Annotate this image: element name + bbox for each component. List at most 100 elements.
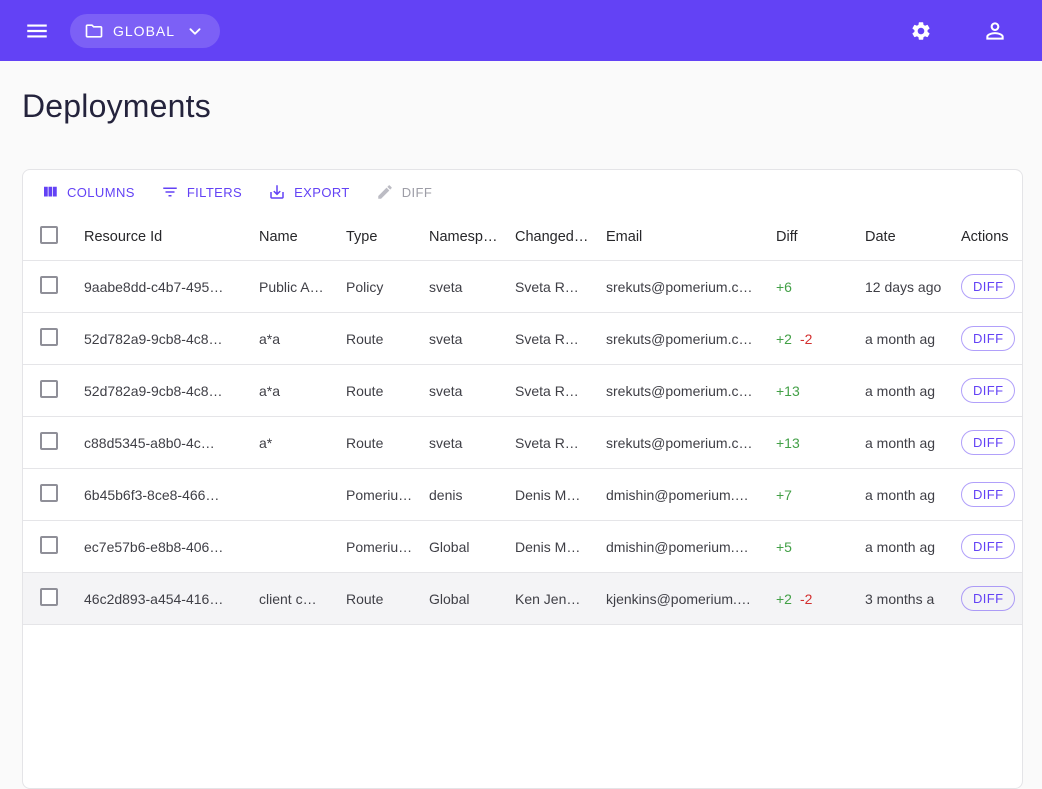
table-row[interactable]: ec7e57b6-e8b8-406… Pomeriu… Global Denis… [23, 521, 1022, 573]
header-namespace[interactable]: Namesp… [429, 229, 515, 245]
cell-actions: DIFF [961, 482, 1022, 507]
cell-name: Public A… [259, 279, 346, 295]
row-checkbox[interactable] [40, 432, 58, 450]
cell-date: 12 days ago [865, 279, 961, 295]
cell-diff: +2 -2 [776, 591, 865, 607]
cell-email: srekuts@pomerium.c… [606, 435, 776, 451]
chevron-down-icon [184, 20, 206, 42]
header-diff[interactable]: Diff [776, 229, 865, 245]
columns-icon [41, 183, 59, 201]
row-diff-button[interactable]: DIFF [961, 274, 1015, 299]
diff-removed: -2 [800, 331, 812, 347]
table-row[interactable]: 52d782a9-9cb8-4c8… a*a Route sveta Sveta… [23, 313, 1022, 365]
cell-email: srekuts@pomerium.c… [606, 383, 776, 399]
cell-changed-by: Sveta R… [515, 383, 606, 399]
export-label: EXPORT [294, 185, 350, 200]
row-checkbox[interactable] [40, 380, 58, 398]
row-checkbox-cell [23, 328, 84, 349]
row-checkbox[interactable] [40, 484, 58, 502]
cell-name: client c… [259, 591, 346, 607]
header-date[interactable]: Date [865, 229, 961, 245]
filters-label: FILTERS [187, 185, 242, 200]
cell-type: Pomeriu… [346, 539, 429, 555]
cell-type: Pomeriu… [346, 487, 429, 503]
cell-changed-by: Sveta R… [515, 279, 606, 295]
namespace-selector[interactable]: GLOBAL [70, 14, 220, 48]
cell-diff: +6 [776, 279, 865, 295]
cell-namespace: Global [429, 539, 515, 555]
account-button[interactable] [976, 12, 1014, 50]
header-type[interactable]: Type [346, 229, 429, 245]
appbar-actions [904, 12, 1024, 50]
row-checkbox-cell [23, 276, 84, 297]
row-diff-button[interactable]: DIFF [961, 534, 1015, 559]
row-diff-button[interactable]: DIFF [961, 586, 1015, 611]
header-email[interactable]: Email [606, 229, 776, 245]
cell-actions: DIFF [961, 326, 1022, 351]
deployments-card: COLUMNS FILTERS EXPORT DIFF Resource Id … [22, 169, 1023, 789]
select-all-cell [23, 226, 84, 248]
app-bar: GLOBAL [0, 0, 1042, 61]
cell-email: dmishin@pomerium.… [606, 487, 776, 503]
cell-actions: DIFF [961, 586, 1022, 611]
header-actions: Actions [961, 229, 1022, 245]
cell-resource-id: 9aabe8dd-c4b7-495… [84, 279, 259, 295]
row-diff-button[interactable]: DIFF [961, 326, 1015, 351]
table-header-row: Resource Id Name Type Namesp… Changed… E… [23, 214, 1022, 261]
pencil-icon [376, 183, 394, 201]
table-row[interactable]: 46c2d893-a454-416… client c… Route Globa… [23, 573, 1022, 625]
header-resource-id[interactable]: Resource Id [84, 229, 259, 245]
diff-removed: -2 [800, 591, 812, 607]
columns-button[interactable]: COLUMNS [31, 177, 145, 207]
cell-namespace: sveta [429, 279, 515, 295]
cell-resource-id: 6b45b6f3-8ce8-466… [84, 487, 259, 503]
cell-date: 3 months a [865, 591, 961, 607]
table-row[interactable]: c88d5345-a8b0-4c… a* Route sveta Sveta R… [23, 417, 1022, 469]
cell-diff: +13 [776, 383, 865, 399]
cell-resource-id: c88d5345-a8b0-4c… [84, 435, 259, 451]
diff-added: +7 [776, 487, 792, 503]
table-row[interactable]: 52d782a9-9cb8-4c8… a*a Route sveta Sveta… [23, 365, 1022, 417]
cell-changed-by: Denis M… [515, 487, 606, 503]
cell-date: a month ag [865, 383, 961, 399]
header-changed-by[interactable]: Changed… [515, 229, 606, 245]
cell-name: a*a [259, 331, 346, 347]
diff-added: +2 [776, 331, 792, 347]
table-row[interactable]: 6b45b6f3-8ce8-466… Pomeriu… denis Denis … [23, 469, 1022, 521]
cell-resource-id: 46c2d893-a454-416… [84, 591, 259, 607]
diff-added: +2 [776, 591, 792, 607]
cell-date: a month ag [865, 435, 961, 451]
table-row[interactable]: 9aabe8dd-c4b7-495… Public A… Policy svet… [23, 261, 1022, 313]
row-checkbox-cell [23, 484, 84, 505]
filters-button[interactable]: FILTERS [151, 177, 252, 207]
settings-button[interactable] [904, 14, 938, 48]
cell-email: srekuts@pomerium.c… [606, 279, 776, 295]
cell-email: dmishin@pomerium.… [606, 539, 776, 555]
row-checkbox-cell [23, 380, 84, 401]
cell-date: a month ag [865, 539, 961, 555]
row-diff-button[interactable]: DIFF [961, 482, 1015, 507]
row-diff-button[interactable]: DIFF [961, 378, 1015, 403]
cell-namespace: sveta [429, 331, 515, 347]
cell-diff: +7 [776, 487, 865, 503]
page-title: Deployments [22, 87, 1042, 125]
select-all-checkbox[interactable] [40, 226, 58, 244]
row-checkbox[interactable] [40, 276, 58, 294]
row-checkbox[interactable] [40, 328, 58, 346]
row-diff-button[interactable]: DIFF [961, 430, 1015, 455]
menu-button[interactable] [18, 12, 56, 50]
diff-toolbar-label: DIFF [402, 185, 432, 200]
diff-toolbar-button[interactable]: DIFF [366, 177, 442, 207]
header-name[interactable]: Name [259, 229, 346, 245]
export-button[interactable]: EXPORT [258, 177, 360, 207]
row-checkbox[interactable] [40, 588, 58, 606]
cell-actions: DIFF [961, 534, 1022, 559]
cell-namespace: Global [429, 591, 515, 607]
row-checkbox[interactable] [40, 536, 58, 554]
cell-changed-by: Ken Jen… [515, 591, 606, 607]
cell-email: kjenkins@pomerium.… [606, 591, 776, 607]
columns-label: COLUMNS [67, 185, 135, 200]
hamburger-icon [24, 18, 50, 44]
row-checkbox-cell [23, 588, 84, 609]
person-icon [982, 18, 1008, 44]
